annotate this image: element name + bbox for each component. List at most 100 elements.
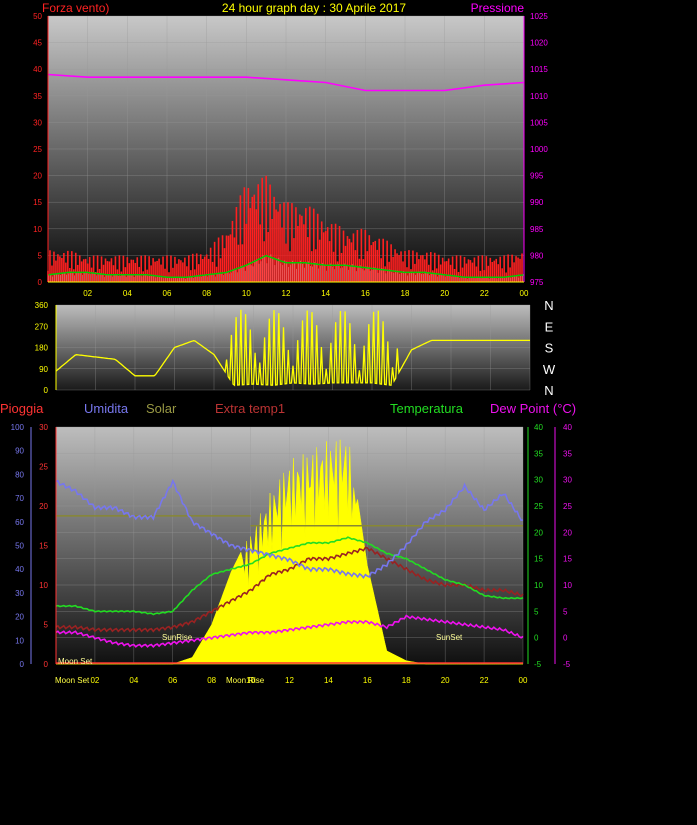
annotation-sunrise: SunRise <box>162 633 193 642</box>
wind-ytick-label: 10 <box>33 225 42 234</box>
dewpoint-ytick-label: 30 <box>563 476 572 485</box>
pressure-axis-title: Pressione <box>471 1 525 15</box>
dewpoint-ytick-label: 10 <box>563 581 572 590</box>
dewpoint-ytick-label: 20 <box>563 528 572 537</box>
direction-compass-label: W <box>543 362 556 377</box>
temperature-ytick-label: 0 <box>534 634 539 643</box>
wind-ytick-label: 5 <box>38 251 43 260</box>
pressure-ytick-label: 1015 <box>530 65 548 74</box>
wind-xtick-label: 22 <box>480 289 489 298</box>
rain-ytick-label: 15 <box>39 542 48 551</box>
wind-xtick-label: 04 <box>123 289 132 298</box>
weather-24h-graph: Forza vento) 24 hour graph day : 30 Apri… <box>0 1 576 685</box>
wind-xtick-label: 02 <box>83 289 92 298</box>
combo-xtick-label: 18 <box>402 676 411 685</box>
combo-xtick-label: 06 <box>168 676 177 685</box>
legend-extra-temp: Extra temp1 <box>215 401 285 416</box>
humidity-ytick-label: 80 <box>15 470 24 479</box>
pressure-ytick-label: 1010 <box>530 92 548 101</box>
wind-ytick-label: 0 <box>38 278 43 287</box>
dewpoint-ytick-label: 0 <box>563 634 568 643</box>
humidity-ytick-label: 50 <box>15 542 24 551</box>
rain-ytick-label: 5 <box>44 621 49 630</box>
dewpoint-ytick-label: -5 <box>563 660 571 669</box>
wind-ytick-label: 25 <box>33 145 42 154</box>
temperature-ytick-label: 10 <box>534 581 543 590</box>
humidity-ytick-label: 30 <box>15 589 24 598</box>
pressure-ytick-label: 1005 <box>530 118 548 127</box>
wind-xtick-label: 20 <box>440 289 449 298</box>
temperature-ytick-label: 40 <box>534 423 543 432</box>
wind-ytick-label: 20 <box>33 172 42 181</box>
wind-ytick-label: 45 <box>33 39 42 48</box>
direction-compass-label: E <box>545 319 554 334</box>
pressure-ytick-label: 1020 <box>530 39 548 48</box>
rain-ytick-label: 0 <box>44 660 49 669</box>
combo-xtick-label: 02 <box>90 676 99 685</box>
chart-title: 24 hour graph day : 30 Aprile 2017 <box>222 1 406 15</box>
rain-ytick-label: 30 <box>39 423 48 432</box>
direction-ytick-label: 0 <box>44 386 49 395</box>
wind-xtick-label: 16 <box>361 289 370 298</box>
temperature-ytick-label: 15 <box>534 555 543 564</box>
wind-xtick-label: 10 <box>242 289 251 298</box>
wind-xtick-label: 06 <box>163 289 172 298</box>
combo-xtick-label: 12 <box>285 676 294 685</box>
temperature-ytick-label: 25 <box>534 502 543 511</box>
humidity-ytick-label: 70 <box>15 494 24 503</box>
dewpoint-ytick-label: 15 <box>563 555 572 564</box>
rain-ytick-label: 10 <box>39 581 48 590</box>
combo-xtick-label: 20 <box>441 676 450 685</box>
humidity-ytick-label: 60 <box>15 518 24 527</box>
pressure-ytick-label: 980 <box>530 251 544 260</box>
wind-xtick-label: 18 <box>401 289 410 298</box>
pressure-ytick-label: 1025 <box>530 12 548 21</box>
temperature-ytick-label: 30 <box>534 476 543 485</box>
temperature-ytick-label: -5 <box>534 660 542 669</box>
dewpoint-ytick-label: 40 <box>563 423 572 432</box>
wind-ytick-label: 30 <box>33 118 42 127</box>
pressure-ytick-label: 995 <box>530 172 544 181</box>
pressure-ytick-label: 990 <box>530 198 544 207</box>
rain-ytick-label: 25 <box>39 463 48 472</box>
legend-solar: Solar <box>146 401 177 416</box>
humidity-ytick-label: 10 <box>15 636 24 645</box>
direction-compass-label: N <box>544 383 553 398</box>
temperature-ytick-label: 5 <box>534 607 539 616</box>
wind-ytick-label: 40 <box>33 65 42 74</box>
temperature-ytick-label: 35 <box>534 449 543 458</box>
combo-xtick-label: 14 <box>324 676 333 685</box>
temperature-ytick-label: 20 <box>534 528 543 537</box>
direction-ytick-label: 180 <box>35 344 49 353</box>
wind-xtick-label: 08 <box>202 289 211 298</box>
dewpoint-ytick-label: 5 <box>563 607 568 616</box>
combo-xtick-label: 00 <box>519 676 528 685</box>
wind-axis-title: Forza vento) <box>42 1 109 15</box>
dewpoint-ytick-label: 25 <box>563 502 572 511</box>
pressure-ytick-label: 1000 <box>530 145 548 154</box>
wind-ytick-label: 15 <box>33 198 42 207</box>
humidity-ytick-label: 20 <box>15 613 24 622</box>
combo-xtick-label: 22 <box>480 676 489 685</box>
pressure-ytick-label: 975 <box>530 278 544 287</box>
direction-ytick-label: 270 <box>35 322 49 331</box>
wind-xtick-label: 00 <box>520 289 529 298</box>
combo-xtick-label: 16 <box>363 676 372 685</box>
dewpoint-ytick-label: 35 <box>563 449 572 458</box>
legend-temperature: Temperatura <box>390 401 464 416</box>
wind-xtick-label: 14 <box>321 289 330 298</box>
annotation-moon-set-inner: Moon Set <box>58 657 93 666</box>
humidity-ytick-label: 100 <box>11 423 25 432</box>
pressure-ytick-label: 985 <box>530 225 544 234</box>
legend-dew-point: Dew Point (°C) <box>490 401 576 416</box>
rain-ytick-label: 20 <box>39 502 48 511</box>
legend-humidity: Umidita <box>84 401 129 416</box>
humidity-ytick-label: 0 <box>20 660 25 669</box>
wind-ytick-label: 35 <box>33 92 42 101</box>
annotation-moon-set: Moon Set <box>55 676 90 685</box>
combo-xtick-label: 04 <box>129 676 138 685</box>
annotation-sunset: SunSet <box>436 633 463 642</box>
combo-xtick-label: 08 <box>207 676 216 685</box>
humidity-ytick-label: 90 <box>15 447 24 456</box>
direction-compass-label: N <box>544 298 553 313</box>
